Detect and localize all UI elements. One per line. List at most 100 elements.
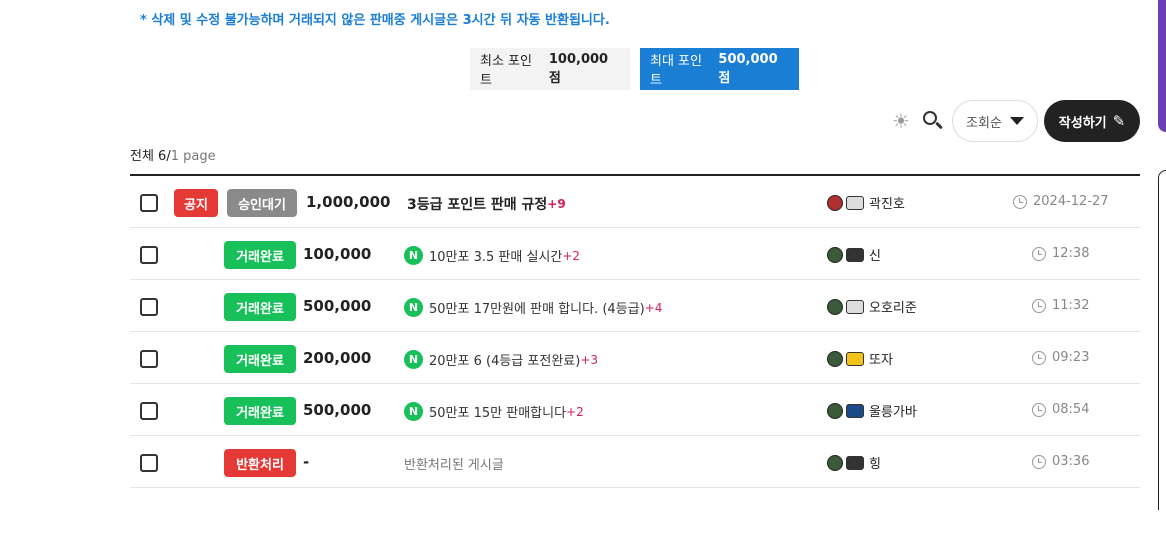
level-icon (827, 350, 843, 367)
row-checkbox[interactable] (140, 402, 158, 420)
level-icon (827, 298, 843, 315)
theme-toggle-icon[interactable]: ☀ (888, 108, 914, 134)
post-date: 03:36 (1032, 454, 1089, 469)
price: 200,000 (303, 349, 372, 367)
point-range: 최소 포인트 100,000점 최대 포인트 500,000점 (470, 48, 799, 90)
comment-count: +2 (566, 404, 584, 419)
level-icon (827, 194, 843, 211)
post-title: 반환처리된 게시글 (404, 458, 504, 473)
clock-icon (1013, 194, 1027, 209)
date-text: 11:32 (1052, 298, 1090, 313)
status-badge: 거래완료 (224, 241, 296, 269)
post-date: 08:54 (1032, 402, 1089, 417)
clock-icon (1032, 350, 1046, 365)
write-button[interactable]: 작성하기 ✎ (1044, 100, 1140, 142)
post-date: 09:23 (1032, 350, 1089, 365)
comment-count: +3 (580, 352, 599, 367)
post-title: 10만포 3.5 판매 실시간 (429, 250, 563, 265)
auto-return-notice: * 삭제 및 수정 불가능하며 거래되지 않은 판매중 게시글은 3시간 뒤 자… (140, 13, 610, 28)
post-date: 11:32 (1032, 298, 1089, 313)
new-icon: N (404, 350, 423, 369)
caret-down-icon (1009, 117, 1024, 125)
author[interactable]: 울릉가바 (827, 401, 917, 420)
author-name: 곽진호 (869, 197, 905, 212)
min-point-box: 최소 포인트 100,000점 (470, 48, 630, 90)
post-table: 공지 승인대기 1,000,000 3등급 포인트 판매 규정 +9 곽진호 20… (130, 174, 1140, 488)
post-title-link[interactable]: N 20만포 6 (4등급 포전완료) +3 (404, 350, 598, 369)
price: - (303, 453, 310, 471)
author[interactable]: 오호리준 (827, 297, 917, 316)
row-checkbox[interactable] (140, 350, 158, 368)
row-checkbox[interactable] (140, 454, 158, 472)
comment-count: +2 (562, 248, 581, 263)
level-icon (827, 402, 843, 419)
max-point-value: 500,000점 (718, 52, 778, 86)
author[interactable]: 힝 (827, 453, 881, 472)
post-title-link[interactable]: N 50만포 15만 판매합니다 +2 (404, 402, 584, 421)
sort-select[interactable]: 조회순 (952, 100, 1038, 142)
post-title: 50만포 15만 판매합니다 (429, 406, 567, 421)
author[interactable]: 또자 (827, 349, 893, 368)
status-badge: 반환처리 (224, 449, 296, 477)
rank-icon (846, 455, 864, 470)
post-title-link[interactable]: N 50만포 17만원에 판매 합니다. (4등급) +4 (404, 298, 662, 317)
post-title-link[interactable]: N 10만포 3.5 판매 실시간 +2 (404, 246, 580, 265)
post-date: 12:38 (1032, 246, 1089, 261)
date-text: 03:36 (1052, 454, 1090, 469)
table-row[interactable]: 거래완료 500,000 N 50만포 17만원에 판매 합니다. (4등급) +… (130, 280, 1140, 332)
author[interactable]: 곽진호 (827, 193, 905, 212)
author-name: 힝 (869, 457, 881, 472)
status-badge: 승인대기 (227, 189, 297, 217)
price: 500,000 (303, 297, 372, 315)
date-text: 12:38 (1052, 246, 1090, 261)
author-name: 신 (869, 249, 881, 264)
table-row[interactable]: 거래완료 500,000 N 50만포 15만 판매합니다 +2 울릉가바 08:… (130, 384, 1140, 436)
price: 1,000,000 (306, 193, 391, 211)
clock-icon (1032, 454, 1046, 469)
post-title: 20만포 6 (4등급 포전완료) (429, 354, 581, 369)
min-point-value: 100,000점 (548, 52, 609, 86)
total-count: 전체 6/1 page (130, 145, 216, 164)
rank-icon (846, 351, 864, 366)
date-text: 09:23 (1052, 350, 1090, 365)
new-icon: N (404, 402, 423, 421)
date-text: 08:54 (1052, 402, 1090, 417)
table-row[interactable]: 거래완료 100,000 N 10만포 3.5 판매 실시간 +2 신 12:38 (130, 228, 1140, 280)
post-title-link[interactable]: 3등급 포인트 판매 규정 +9 (407, 194, 566, 214)
table-row[interactable]: 반환처리 - 반환처리된 게시글 힝 03:36 (130, 436, 1140, 488)
post-title: 3등급 포인트 판매 규정 (407, 197, 548, 213)
post-title-link[interactable]: 반환처리된 게시글 (404, 454, 504, 473)
notice-badge: 공지 (174, 189, 218, 217)
total-text: 전체 6/ (130, 149, 171, 164)
clock-icon (1032, 402, 1046, 417)
rank-icon (846, 403, 864, 418)
table-row[interactable]: 공지 승인대기 1,000,000 3등급 포인트 판매 규정 +9 곽진호 20… (130, 176, 1140, 228)
level-icon (827, 246, 843, 263)
side-panel-border (1158, 170, 1166, 510)
level-icon (827, 454, 843, 471)
table-row[interactable]: 거래완료 200,000 N 20만포 6 (4등급 포전완료) +3 또자 09… (130, 332, 1140, 384)
post-title: 50만포 17만원에 판매 합니다. (4등급) (429, 302, 645, 317)
board-toolbar: ☀ 조회순 작성하기 ✎ (888, 100, 1140, 142)
status-badge: 거래완료 (224, 397, 296, 425)
author[interactable]: 신 (827, 245, 881, 264)
status-badge: 거래완료 (224, 345, 296, 373)
price: 100,000 (303, 245, 372, 263)
status-badge: 거래완료 (224, 293, 296, 321)
search-icon[interactable] (920, 108, 946, 134)
row-checkbox[interactable] (140, 298, 158, 316)
page-text: 1 page (170, 149, 216, 164)
sort-select-label: 조회순 (966, 115, 1002, 131)
post-date: 2024-12-27 (1013, 194, 1109, 209)
comment-count: +9 (547, 197, 566, 211)
row-checkbox[interactable] (140, 246, 158, 264)
rank-icon (846, 299, 864, 314)
row-checkbox[interactable] (140, 194, 158, 212)
side-panel-edge (1158, 0, 1166, 132)
author-name: 오호리준 (869, 301, 917, 316)
comment-count: +4 (644, 300, 663, 315)
author-name: 또자 (869, 353, 893, 368)
rank-icon (846, 247, 864, 262)
write-button-label: 작성하기 (1058, 115, 1107, 131)
rank-icon (846, 195, 864, 210)
